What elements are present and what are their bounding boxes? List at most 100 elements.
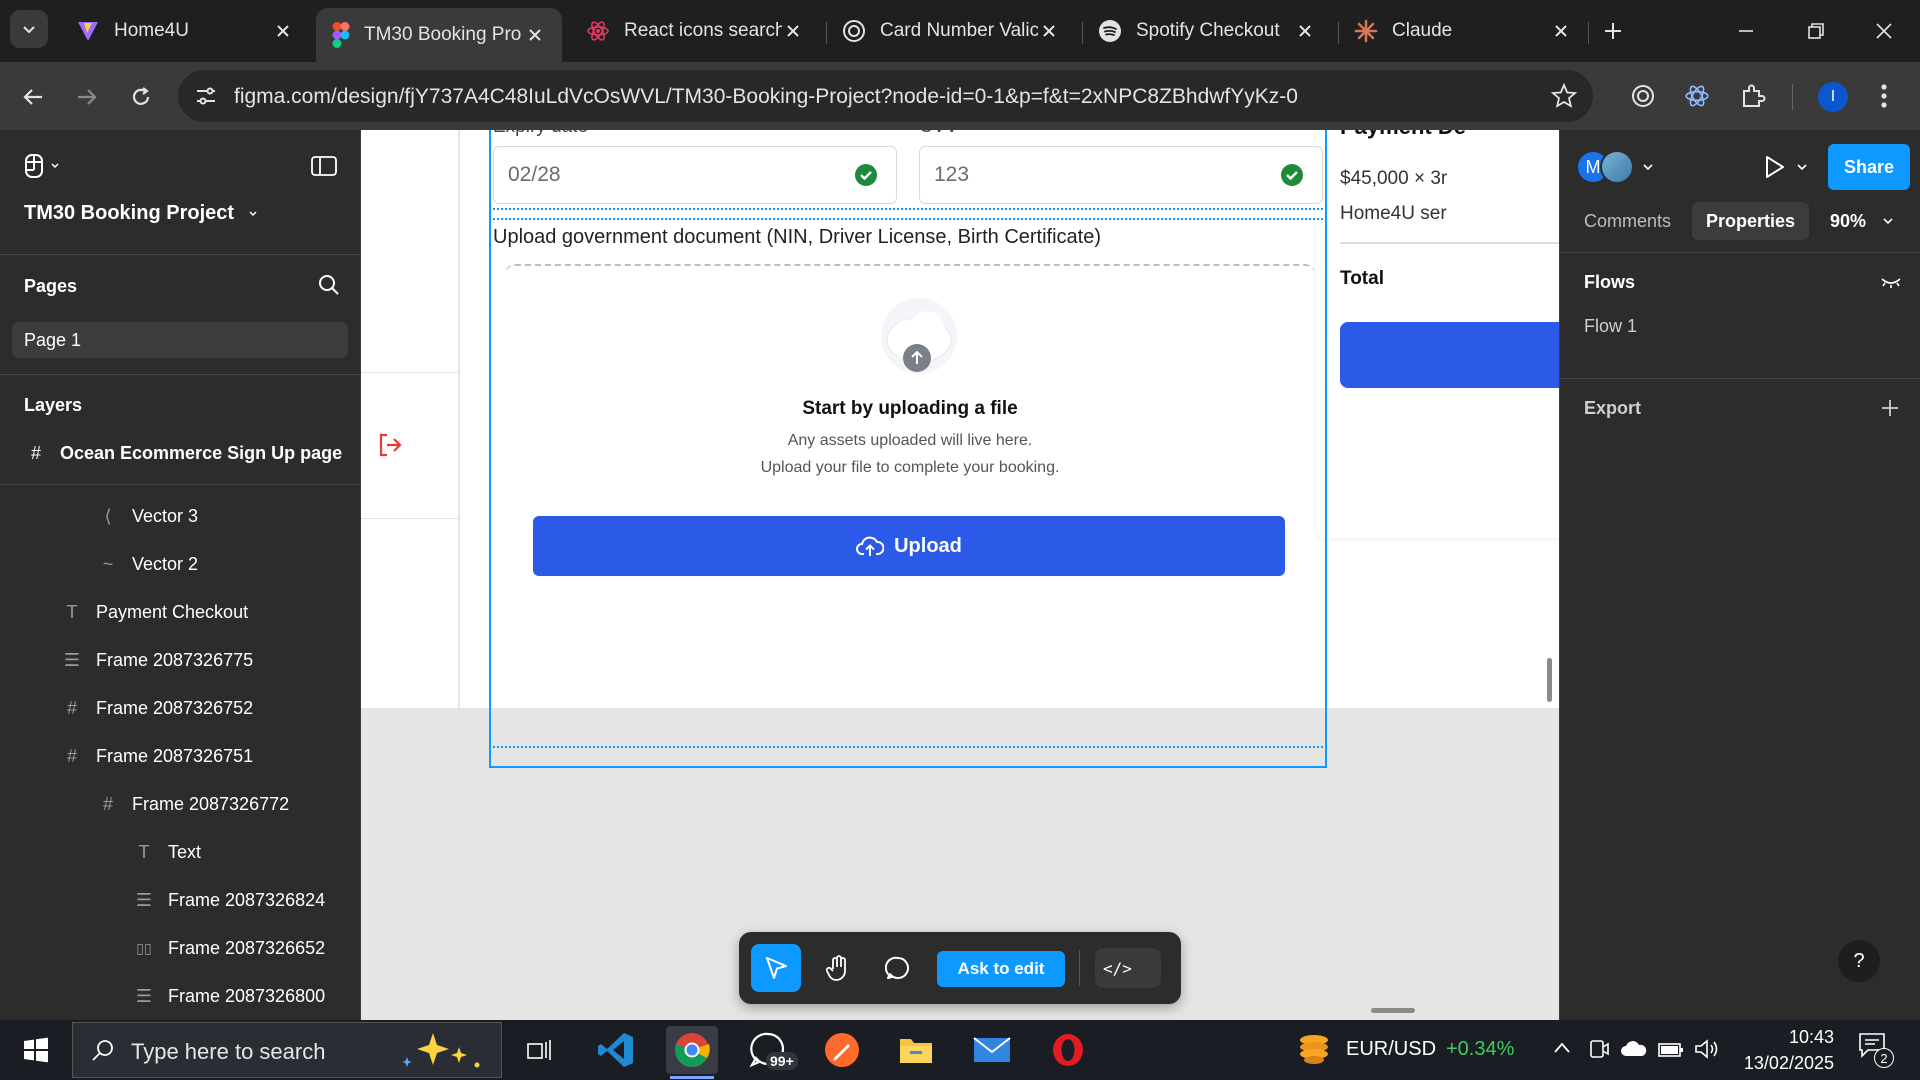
- figma-canvas[interactable]: Payment De $45,000 × 3r Home4U ser Total…: [361, 130, 1559, 1020]
- close-icon[interactable]: [782, 20, 804, 42]
- react-devtools-icon[interactable]: [1684, 83, 1710, 109]
- taskbar-search-box[interactable]: Type here to search: [72, 1022, 502, 1078]
- vertical-scrollbar[interactable]: [1547, 658, 1552, 702]
- chevron-up-icon[interactable]: [1552, 1040, 1572, 1056]
- layer-item[interactable]: # Ocean Ecommerce Sign Up page: [0, 430, 360, 476]
- tab-card-number[interactable]: Card Number Valic: [826, 8, 1076, 54]
- profile-avatar[interactable]: I: [1818, 82, 1848, 112]
- upload-button[interactable]: Upload: [533, 516, 1285, 576]
- tab-react-icons[interactable]: React icons search: [570, 8, 820, 54]
- address-bar[interactable]: figma.com/design/fjY737A4C48IuLdVcOsWVL/…: [178, 70, 1593, 122]
- frame-icon: #: [102, 793, 113, 814]
- bookmark-star-icon[interactable]: [1551, 83, 1577, 109]
- tab-spotify-checkout[interactable]: Spotify Checkout: [1082, 8, 1332, 54]
- windows-logo-icon: [24, 1037, 48, 1063]
- extensions-puzzle-icon[interactable]: [1740, 83, 1766, 109]
- layer-item[interactable]: T Payment Checkout: [0, 592, 360, 632]
- pay-button: [1340, 322, 1559, 388]
- pen-app-taskbar-button[interactable]: [816, 1026, 868, 1074]
- play-icon[interactable]: [1762, 154, 1786, 180]
- close-icon[interactable]: [1294, 20, 1316, 42]
- ask-to-edit-button[interactable]: Ask to edit: [937, 951, 1065, 987]
- layer-item[interactable]: ~ Vector 2: [0, 544, 360, 584]
- help-button[interactable]: ?: [1838, 940, 1880, 982]
- notification-center-button[interactable]: 2: [1858, 1032, 1898, 1072]
- browser-tab-strip: Home4U TM30 Booking Pro React icons sear…: [0, 0, 1920, 62]
- site-info-icon[interactable]: [194, 84, 218, 108]
- tab-comments[interactable]: Comments: [1572, 202, 1683, 240]
- back-button[interactable]: [14, 78, 52, 116]
- upload-dropzone[interactable]: Start by uploading a file Any assets upl…: [505, 264, 1315, 612]
- volume-icon[interactable]: [1694, 1038, 1720, 1060]
- start-button[interactable]: [10, 1028, 62, 1072]
- close-icon[interactable]: [524, 24, 546, 46]
- project-title-button[interactable]: TM30 Booking Project: [24, 202, 258, 225]
- close-window-button[interactable]: [1864, 14, 1904, 48]
- horizontal-scrollbar[interactable]: [1371, 1008, 1415, 1013]
- flow-label: Flow 1: [1584, 316, 1638, 336]
- layer-item[interactable]: ▯▯ Frame 2087326652: [0, 928, 360, 968]
- horizontal-layout-icon: ▯▯: [136, 939, 152, 956]
- new-tab-button[interactable]: [1596, 14, 1630, 48]
- clock[interactable]: 10:43 13/02/2025: [1734, 1024, 1834, 1076]
- task-view-button[interactable]: [514, 1026, 566, 1074]
- close-icon[interactable]: [1038, 20, 1060, 42]
- payment-form-frame[interactable]: Expiry date CVV 02/28 123 Upload governm…: [489, 130, 1327, 768]
- page-item-page-1[interactable]: Page 1: [12, 322, 348, 358]
- eye-closed-icon[interactable]: [1880, 274, 1902, 290]
- meet-now-icon[interactable]: [1588, 1038, 1610, 1060]
- minimize-button[interactable]: [1726, 14, 1766, 48]
- mail-taskbar-button[interactable]: [966, 1026, 1018, 1074]
- close-icon[interactable]: [1550, 20, 1572, 42]
- kebab-menu-icon[interactable]: [1880, 83, 1888, 109]
- toggle-sidebar-icon[interactable]: [311, 156, 337, 176]
- layer-item[interactable]: ☰ Frame 2087326775: [0, 640, 360, 680]
- close-icon[interactable]: [272, 20, 294, 42]
- opera-taskbar-button[interactable]: [1042, 1026, 1094, 1074]
- layer-item[interactable]: ☰ Frame 2087326824: [0, 880, 360, 920]
- battery-icon[interactable]: [1658, 1042, 1684, 1058]
- restore-button[interactable]: [1796, 14, 1836, 48]
- forward-button[interactable]: [68, 78, 106, 116]
- coins-icon: [1296, 1032, 1332, 1066]
- tab-home4u[interactable]: Home4U: [60, 8, 310, 54]
- whatsapp-taskbar-button[interactable]: 99+: [742, 1026, 798, 1074]
- layer-item[interactable]: # Frame 2087326752: [0, 688, 360, 728]
- frame-icon: #: [66, 745, 77, 766]
- chrome-taskbar-button[interactable]: [666, 1026, 718, 1074]
- layer-item[interactable]: T Text: [0, 832, 360, 872]
- reload-button[interactable]: [122, 78, 160, 116]
- pen-app-icon: [825, 1033, 859, 1067]
- file-explorer-taskbar-button[interactable]: [890, 1026, 942, 1074]
- hand-tool[interactable]: [813, 944, 863, 992]
- tab-tm30-booking[interactable]: TM30 Booking Pro: [316, 8, 562, 62]
- share-button[interactable]: Share: [1828, 144, 1910, 190]
- onedrive-icon[interactable]: [1620, 1040, 1648, 1058]
- upload-button-label: Upload: [894, 534, 962, 557]
- vscode-taskbar-button[interactable]: [590, 1026, 642, 1074]
- layer-item[interactable]: # Frame 2087326772: [0, 784, 360, 824]
- tab-search-button[interactable]: [10, 10, 48, 48]
- comment-tool[interactable]: [873, 944, 923, 992]
- user-avatar[interactable]: [1600, 150, 1634, 184]
- add-export-icon[interactable]: [1880, 398, 1900, 418]
- notification-count: 2: [1874, 1048, 1894, 1068]
- move-tool[interactable]: [751, 944, 801, 992]
- extension-lens-icon[interactable]: [1630, 83, 1656, 109]
- layer-item[interactable]: ⟨ Vector 3: [0, 496, 360, 536]
- layer-item[interactable]: # Frame 2087326751: [0, 736, 360, 776]
- chevron-down-icon[interactable]: [1642, 162, 1654, 172]
- chevron-down-icon[interactable]: [1796, 162, 1808, 172]
- claude-icon: [1354, 19, 1378, 43]
- search-icon[interactable]: [318, 274, 340, 296]
- cvv-input[interactable]: 123: [919, 146, 1323, 204]
- tab-claude[interactable]: Claude: [1338, 8, 1588, 54]
- flow-item[interactable]: Flow 1: [1584, 316, 1637, 337]
- dev-mode-toggle[interactable]: </>: [1095, 948, 1161, 988]
- layer-item[interactable]: ☰ Frame 2087326800: [0, 976, 360, 1016]
- tab-properties[interactable]: Properties: [1692, 202, 1810, 240]
- layer-name: Vector 2: [132, 553, 199, 574]
- zoom-dropdown[interactable]: 90%: [1830, 202, 1894, 240]
- figma-main-menu[interactable]: [24, 154, 60, 178]
- expiry-input[interactable]: 02/28: [493, 146, 897, 204]
